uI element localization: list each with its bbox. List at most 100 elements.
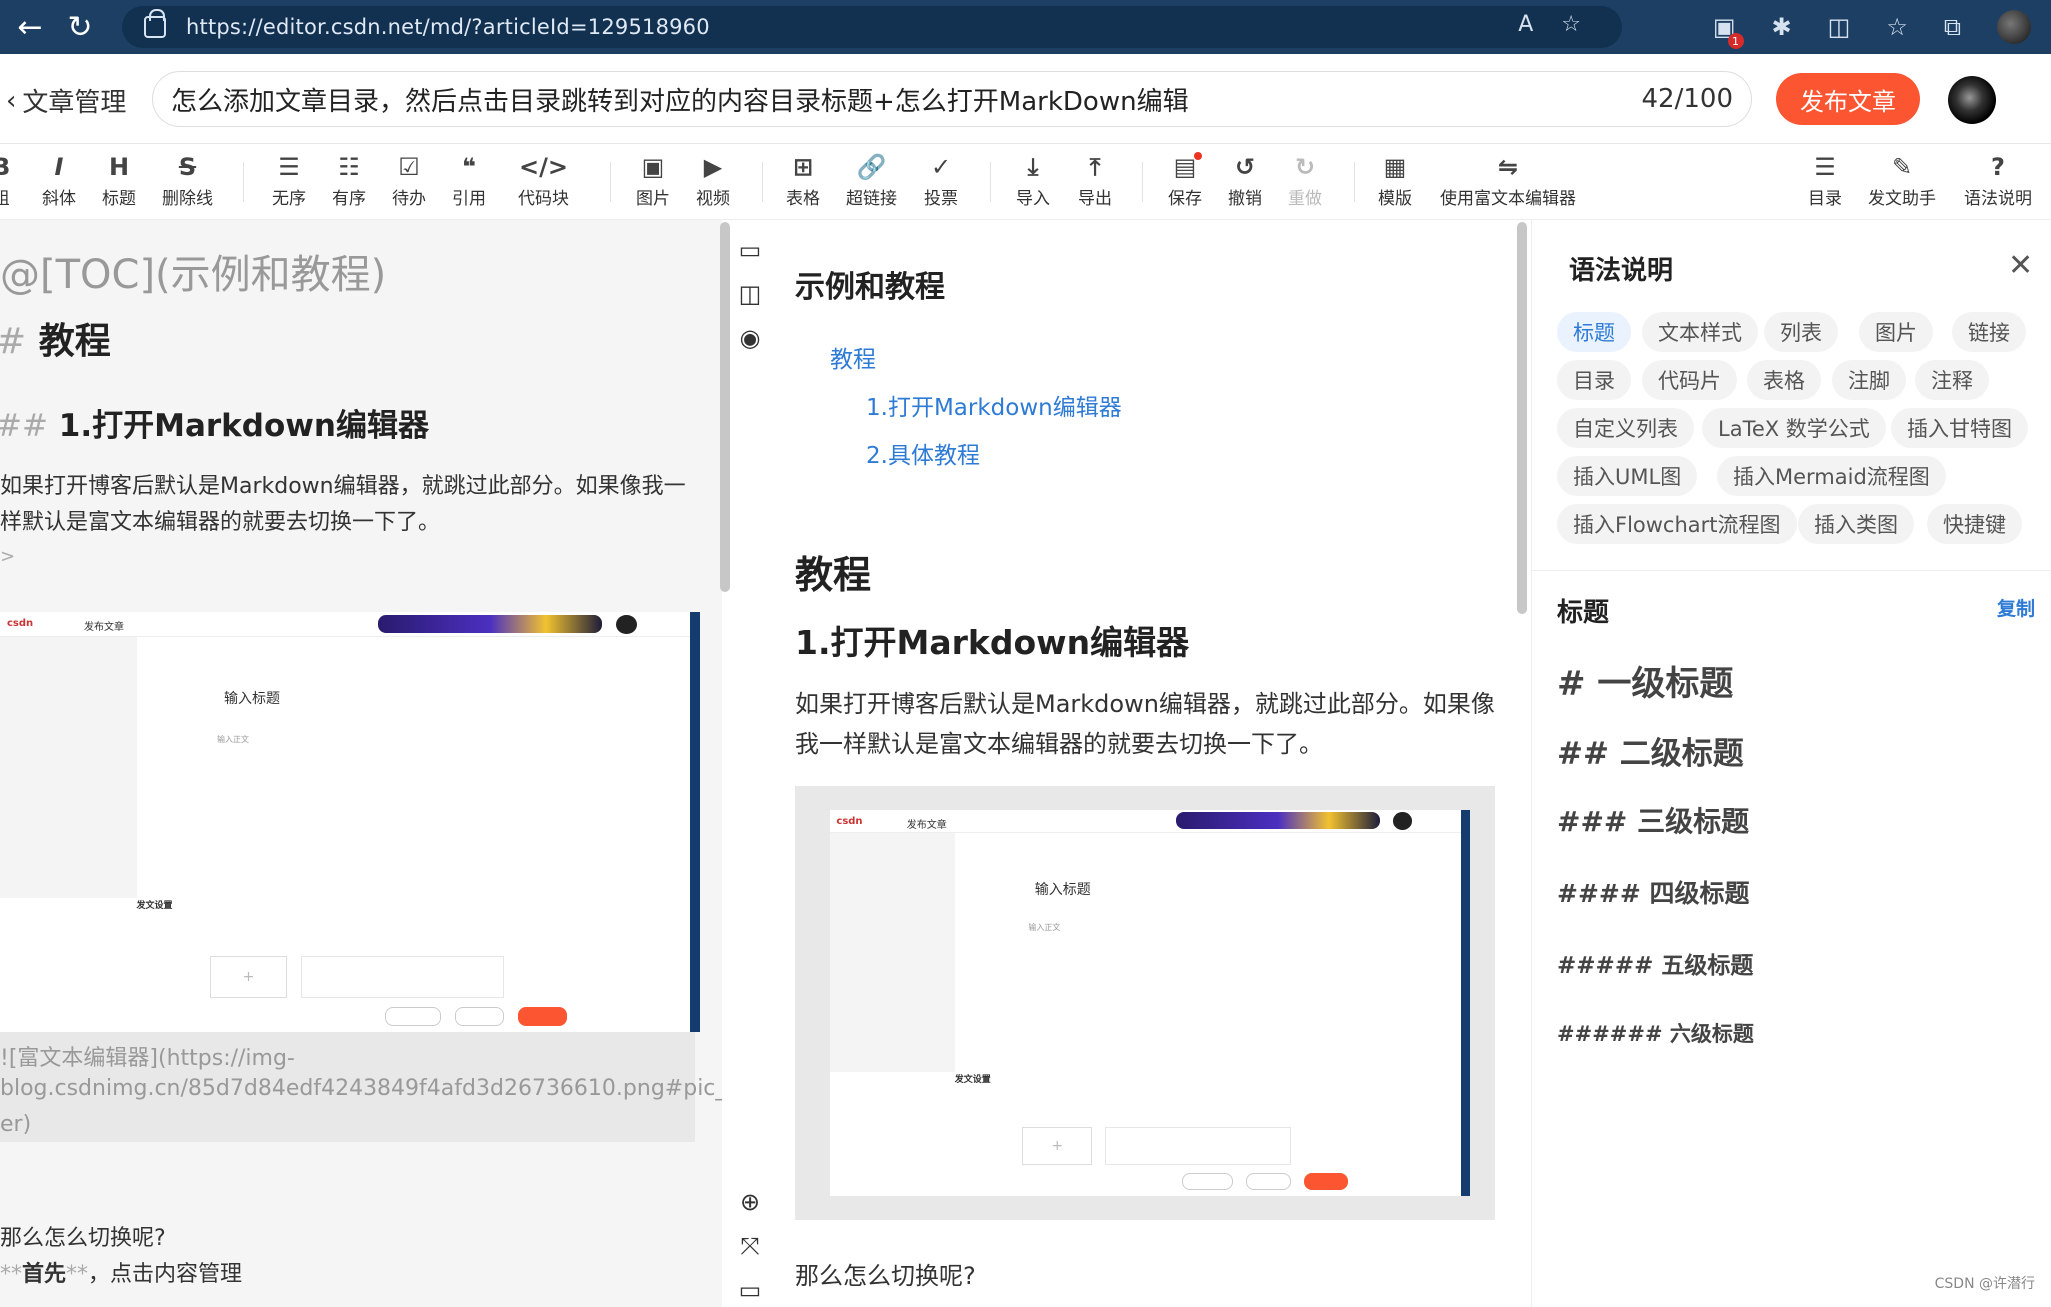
editor-only-icon[interactable]: ▭ <box>736 236 764 264</box>
help-chip-footnote[interactable]: 注脚 <box>1832 360 1906 400</box>
split-view-icon[interactable]: ◫ <box>736 280 764 308</box>
hyperlink-button[interactable]: 🔗 超链接 <box>846 150 897 209</box>
template-button[interactable]: ▦ 模版 <box>1378 150 1412 209</box>
add-favorite-icon[interactable]: ☆ <box>1561 12 1581 37</box>
vote-icon: ✓ <box>930 153 952 181</box>
split-screen-icon[interactable]: ◫ <box>1828 13 1851 41</box>
favorites-icon[interactable]: ☆ <box>1886 13 1908 41</box>
redo-button[interactable]: ↻ 重做 <box>1288 150 1322 209</box>
preview-image-frame: csdn 发布文章 输入标题 输入正文 发文设置 + <box>795 786 1495 1220</box>
article-management-link[interactable]: ‹ 文章管理 <box>6 82 126 119</box>
help-chip-toc[interactable]: 目录 <box>1557 360 1631 400</box>
md-image-source-line: ![富文本编辑器](https://img- <box>0 1046 295 1071</box>
promo-banner <box>378 614 602 633</box>
help-chip-shortcuts[interactable]: 快捷键 <box>1927 504 2022 544</box>
help-chip-class-diagram[interactable]: 插入类图 <box>1798 504 1914 544</box>
todo-list-button[interactable]: ☑ 待办 <box>392 150 426 209</box>
image-icon: ▣ <box>641 153 665 181</box>
help-example-h3: ### 三级标题 <box>1557 805 1750 838</box>
md-step-line: **首先**，点击内容管理 <box>0 1262 243 1287</box>
syntax-help-button[interactable]: ? 语法说明 <box>1964 150 2032 209</box>
help-chip-latex[interactable]: LaTeX 数学公式 <box>1702 408 1886 448</box>
bottom-panel-icon[interactable]: ▭ <box>736 1276 764 1304</box>
plus-icon: + <box>1022 1126 1093 1166</box>
undo-icon: ↺ <box>1234 153 1256 181</box>
publish-article-button[interactable]: 发布文章 <box>1776 73 1920 125</box>
profile-avatar[interactable] <box>1997 10 2031 44</box>
promo-banner <box>1175 812 1381 830</box>
help-chip-gantt[interactable]: 插入甘特图 <box>1891 408 2028 448</box>
toc-link-3[interactable]: 2.具体教程 <box>866 436 980 470</box>
read-aloud-icon[interactable]: A <box>1518 12 1533 37</box>
writing-assistant-button[interactable]: ✎ 发文助手 <box>1868 150 1936 209</box>
help-chip-list[interactable]: 列表 <box>1764 312 1838 352</box>
help-chip-uml[interactable]: 插入UML图 <box>1557 456 1698 496</box>
address-bar-actions: A ☆ <box>1518 12 1581 37</box>
help-example-h6: ###### 六级标题 <box>1557 1022 1754 1046</box>
export-button[interactable]: ⤒ 导出 <box>1078 150 1112 209</box>
italic-button[interactable]: I 斜体 <box>42 150 76 209</box>
md-image-source-line: blog.csdnimg.cn/85d7d84edf4243849f4afd3d… <box>0 1076 722 1101</box>
preview-heading: 示例和教程 <box>795 270 945 305</box>
help-divider <box>1532 570 2051 571</box>
video-icon: ▶ <box>703 153 723 181</box>
fullscreen-icon[interactable]: ⤧ <box>736 1232 764 1260</box>
extension-icon[interactable]: ▣ <box>1713 13 1744 49</box>
strikethrough-button[interactable]: S 删除线 <box>162 150 213 209</box>
preview-scrollbar[interactable] <box>1517 222 1527 614</box>
help-chip-mermaid[interactable]: 插入Mermaid流程图 <box>1717 456 1946 496</box>
toc-button[interactable]: ☰ 目录 <box>1808 150 1842 209</box>
puzzle-icon[interactable]: ✱ <box>1772 13 1792 41</box>
help-chip-comment[interactable]: 注释 <box>1915 360 1989 400</box>
italic-icon: I <box>54 153 64 181</box>
quote-button[interactable]: ❝ 引用 <box>452 150 486 209</box>
toc-link-1[interactable]: 教程 <box>830 340 876 374</box>
redo-icon: ↻ <box>1294 153 1316 181</box>
quote-icon: ❝ <box>461 153 477 181</box>
unordered-list-button[interactable]: ☰ 无序 <box>272 150 306 209</box>
lock-icon <box>144 9 166 38</box>
markdown-scrollbar[interactable] <box>720 222 730 592</box>
csdn-logo: csdn <box>836 815 863 827</box>
article-title-input[interactable]: 怎么添加文章目录，然后点击目录跳转到对应的内容目录标题+怎么打开MarkDown… <box>152 71 1752 127</box>
help-chip-image[interactable]: 图片 <box>1859 312 1933 352</box>
markdown-editor[interactable]: @[TOC](示例和教程) # 教程 ## 1.打开Markdown编辑器 如果… <box>0 220 722 1307</box>
export-icon: ⤒ <box>1089 153 1101 181</box>
collections-icon[interactable]: ⧉ <box>1944 13 1961 41</box>
vote-button[interactable]: ✓ 投票 <box>924 150 958 209</box>
help-chip-link[interactable]: 链接 <box>1952 312 2026 352</box>
rich-text-editor-button[interactable]: ⇋ 使用富文本编辑器 <box>1440 150 1576 209</box>
save-icon: ▤ <box>1174 150 1203 184</box>
video-button[interactable]: ▶ 视频 <box>696 150 730 209</box>
bold-button[interactable]: B粗 <box>0 150 10 209</box>
toc-link-2[interactable]: 1.打开Markdown编辑器 <box>866 388 1122 422</box>
preview-eye-icon[interactable]: ◉ <box>736 324 764 352</box>
table-button[interactable]: ⊞ 表格 <box>786 150 820 209</box>
code-block-button[interactable]: </> 代码块 <box>518 150 569 209</box>
copy-button[interactable]: 复制 <box>1997 594 2035 621</box>
sync-scroll-icon[interactable]: ⊕ <box>736 1188 764 1216</box>
help-chip-code[interactable]: 代码片 <box>1642 360 1737 400</box>
help-chip-table[interactable]: 表格 <box>1747 360 1821 400</box>
browser-toolbar: ← ↻ https://editor.csdn.net/md/?articleI… <box>0 0 2051 54</box>
help-example-h2: ## 二级标题 <box>1557 736 1744 772</box>
toc-icon: ☰ <box>1814 153 1836 181</box>
address-bar[interactable]: https://editor.csdn.net/md/?articleId=12… <box>122 6 1622 48</box>
user-avatar[interactable] <box>1948 76 1996 124</box>
heading-icon: H <box>108 153 130 181</box>
code-icon: </> <box>519 153 568 181</box>
article-management-label: 文章管理 <box>22 88 127 118</box>
heading-button[interactable]: H 标题 <box>102 150 136 209</box>
image-button[interactable]: ▣ 图片 <box>636 150 670 209</box>
save-button[interactable]: ▤ 保存 <box>1168 150 1203 209</box>
close-icon[interactable]: ✕ <box>2008 248 2033 283</box>
import-button[interactable]: ⤓ 导入 <box>1016 150 1050 209</box>
help-chip-heading[interactable]: 标题 <box>1557 312 1631 352</box>
reload-icon[interactable]: ↻ <box>50 0 110 54</box>
undo-button[interactable]: ↺ 撤销 <box>1228 150 1262 209</box>
help-chip-definition-list[interactable]: 自定义列表 <box>1557 408 1694 448</box>
help-chip-flowchart[interactable]: 插入Flowchart流程图 <box>1557 504 1797 544</box>
ordered-list-button[interactable]: ☷ 有序 <box>332 150 366 209</box>
help-chip-text-style[interactable]: 文本样式 <box>1642 312 1758 352</box>
assistant-icon: ✎ <box>1891 153 1913 181</box>
